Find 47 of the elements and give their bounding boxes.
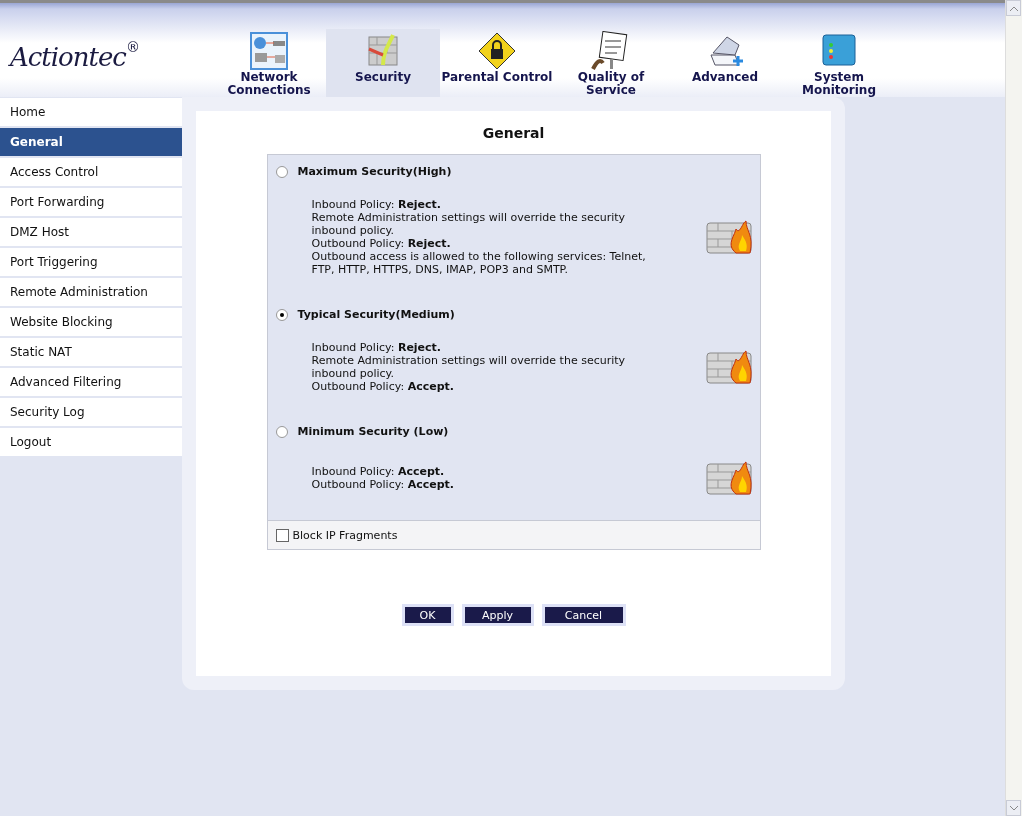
network-icon <box>249 31 289 71</box>
sidebar-item[interactable]: Website Blocking <box>0 308 182 336</box>
action-button[interactable]: Cancel <box>541 604 626 626</box>
nav-tab[interactable]: Parental Control <box>440 29 554 97</box>
nav-tab[interactable]: Advanced <box>668 29 782 97</box>
nav-tab[interactable]: Quality of Service <box>554 29 668 97</box>
scrollbar[interactable] <box>1005 0 1022 816</box>
sidebar-item[interactable]: Advanced Filtering <box>0 368 182 396</box>
radio-button[interactable] <box>275 425 288 438</box>
policy-text: Inbound Policy: Reject. <box>311 341 443 354</box>
firewall-icon <box>705 219 754 255</box>
sidebar-item[interactable]: Port Triggering <box>0 248 182 276</box>
policy-text: Outbound Policy: Reject. <box>311 237 452 250</box>
sidebar-item[interactable]: Static NAT <box>0 338 182 366</box>
policy-text: Outbound access is allowed to the following services: Telnet, FTP, HTTP, HTTPS, DNS, IMAP, POP3 and SMTP. <box>311 250 647 276</box>
checkbox[interactable] <box>275 528 289 542</box>
checkbox-label: Block IP Fragments <box>292 528 398 542</box>
nav-tab[interactable]: Security <box>326 29 440 97</box>
option-label: Minimum Security (Low) <box>297 425 449 438</box>
action-button[interactable]: Apply <box>461 604 534 626</box>
radio-button[interactable] <box>275 308 288 321</box>
sidebar-item[interactable]: General <box>0 128 182 156</box>
nav-tab[interactable]: System Monitoring <box>782 29 896 97</box>
policy-text: Inbound Policy: Reject. <box>311 198 443 211</box>
page-title: General <box>482 125 545 141</box>
sidebar-item[interactable]: Home <box>0 98 182 126</box>
option-label: Typical Security(Medium) <box>297 308 455 321</box>
lock-icon <box>477 31 517 71</box>
policy-text: Outbound Policy: Accept. <box>311 380 455 393</box>
firewall-icon <box>705 349 754 385</box>
sidebar-item[interactable]: Remote Administration <box>0 278 182 306</box>
sidebar-item[interactable]: Access Control <box>0 158 182 186</box>
registered-mark: ® <box>125 39 140 55</box>
sidebar-item[interactable]: Port Forwarding <box>0 188 182 216</box>
firewall-icon <box>705 460 754 496</box>
nav-tab[interactable]: Network Connections <box>212 29 326 97</box>
sidebar-item[interactable]: Logout <box>0 428 182 456</box>
radio-button[interactable] <box>275 165 288 178</box>
policy-text: Remote Administration settings will override the security inbound policy. <box>311 211 627 237</box>
sidebar-item[interactable]: Security Log <box>0 398 182 426</box>
action-button[interactable]: OK <box>401 604 454 626</box>
policy-text: Inbound Policy: Accept. <box>311 465 446 478</box>
actiontec-logo: Actiontec <box>10 42 126 72</box>
sidebar-item[interactable]: DMZ Host <box>0 218 182 246</box>
policy-text: Outbound Policy: Accept. <box>311 478 455 491</box>
option-label: Maximum Security(High) <box>297 165 452 178</box>
policy-text: Remote Administration settings will override the security inbound policy. <box>311 354 627 380</box>
